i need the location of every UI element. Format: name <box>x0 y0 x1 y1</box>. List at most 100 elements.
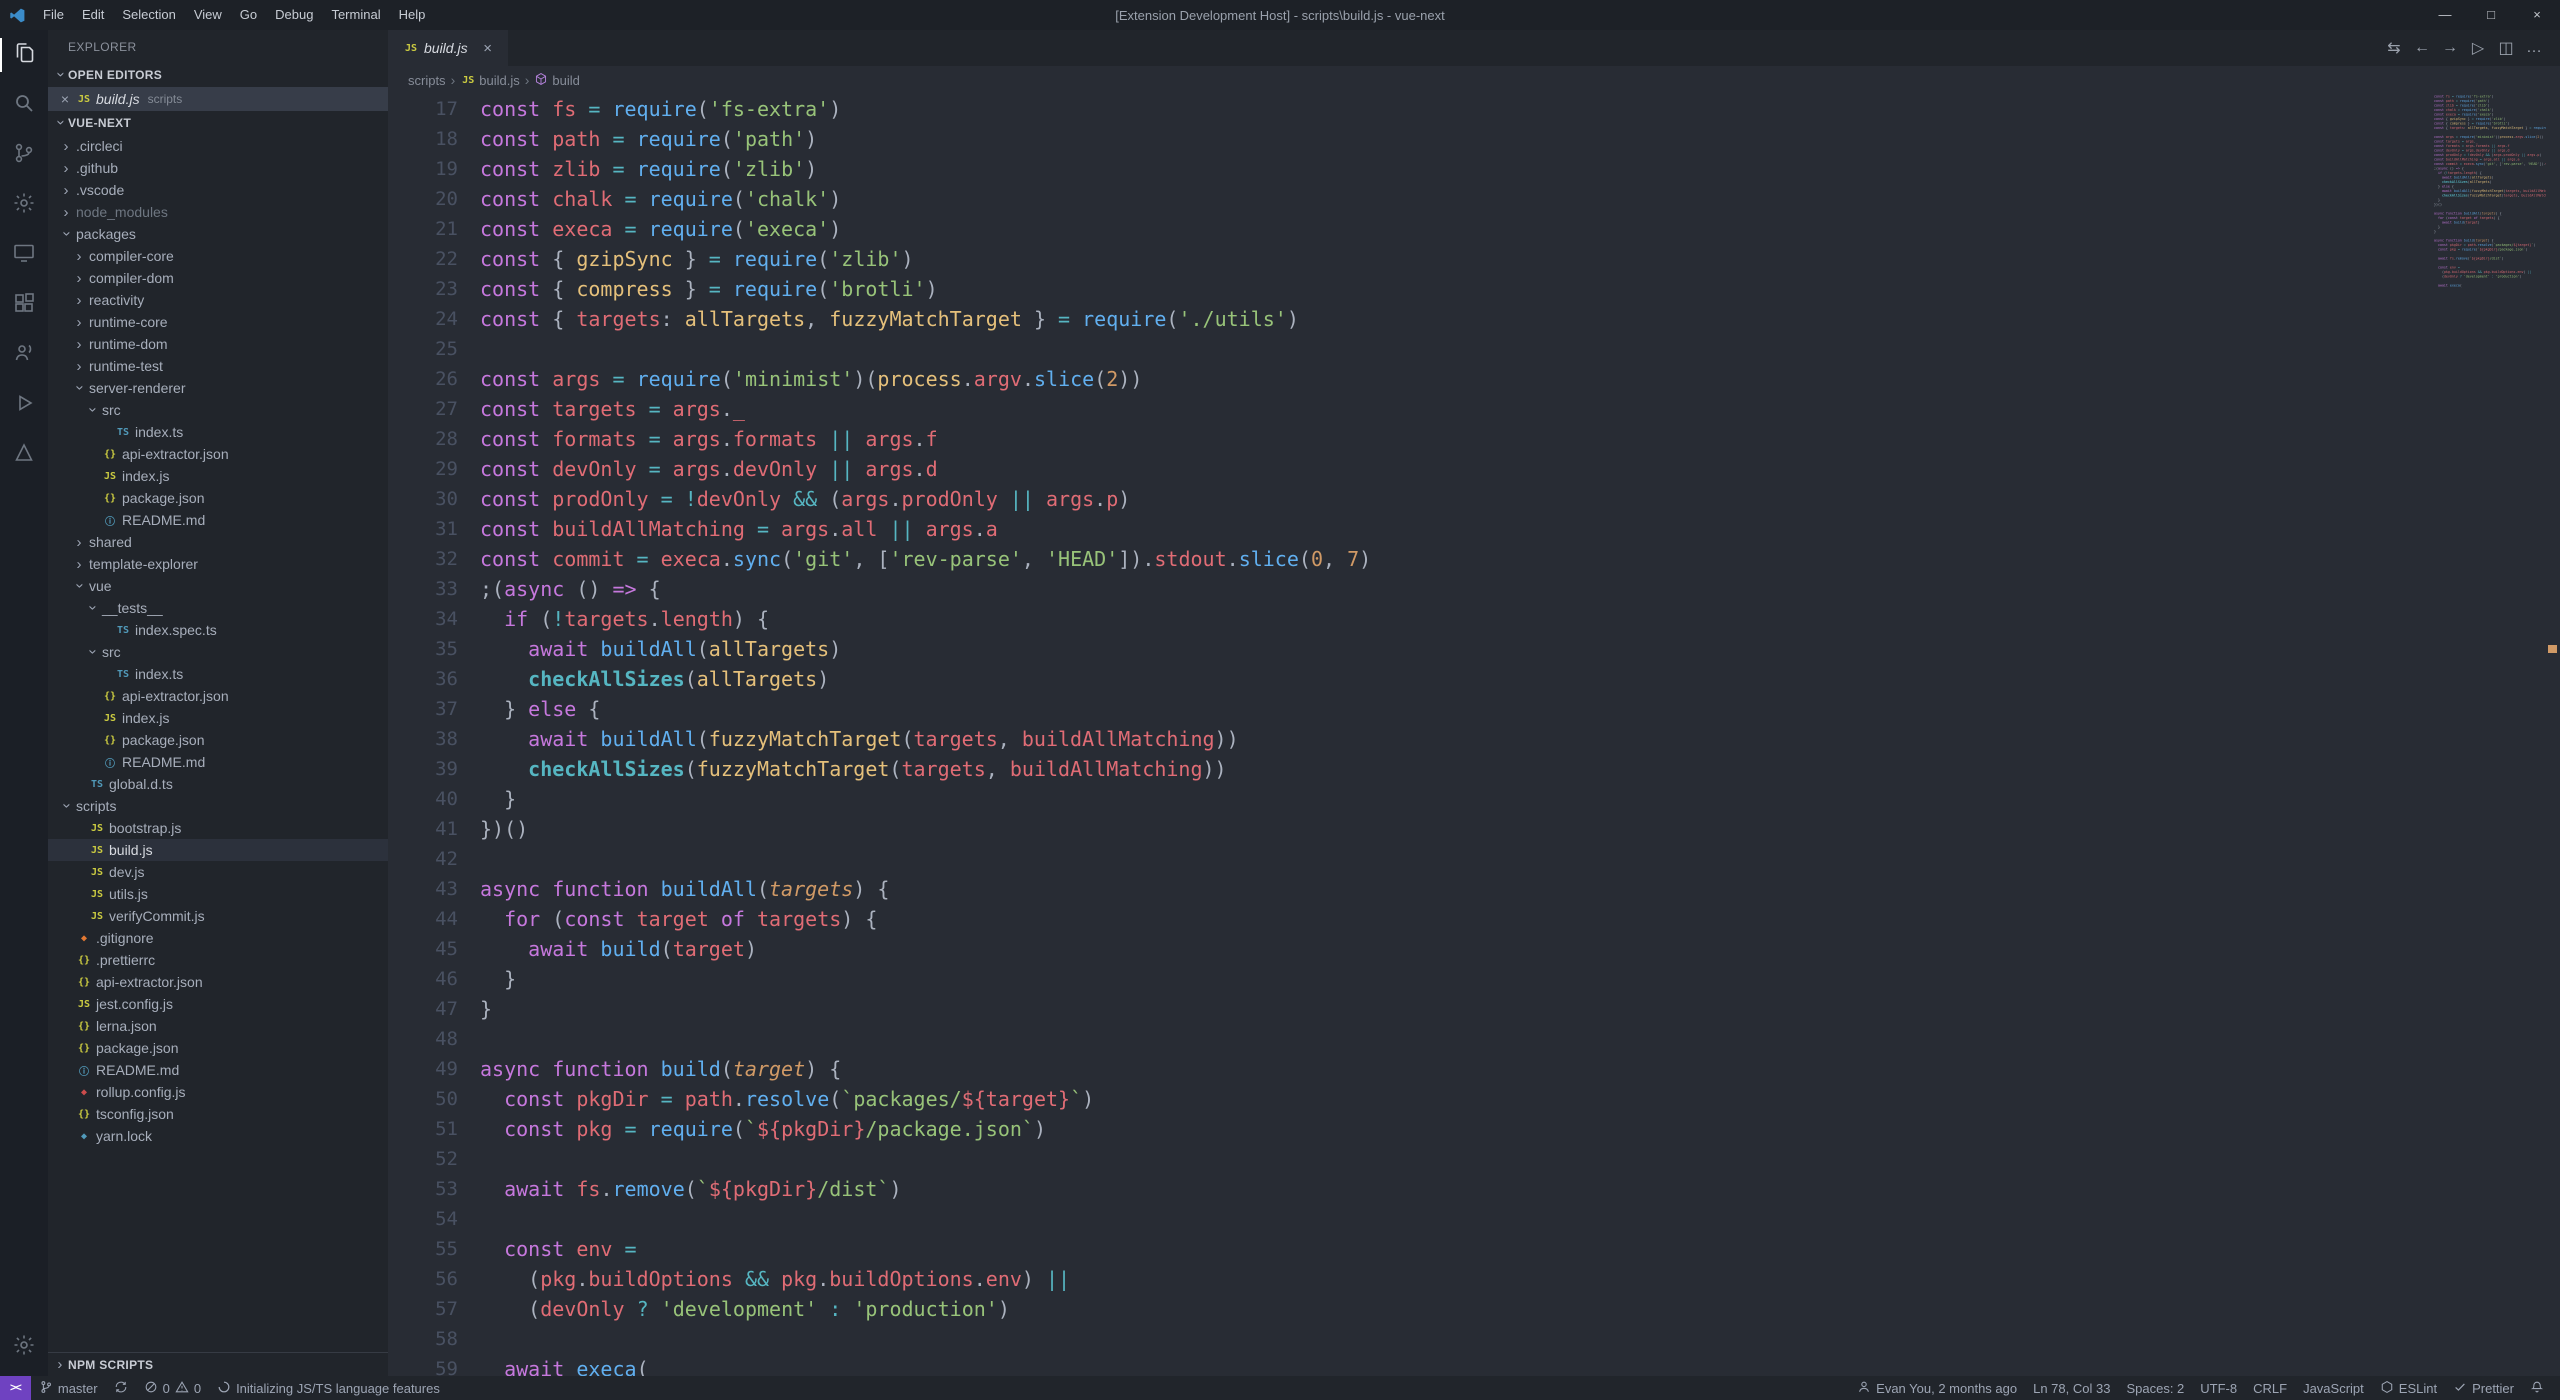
activity-manage[interactable] <box>0 1322 48 1372</box>
code-line[interactable]: 44 for (const target of targets) { <box>388 904 2560 934</box>
maximize-button[interactable]: □ <box>2468 0 2514 30</box>
folder-packages[interactable]: › packages <box>48 223 388 245</box>
menu-go[interactable]: Go <box>231 0 266 30</box>
code-line[interactable]: 27 const targets = args._ <box>388 394 2560 424</box>
code-line[interactable]: 52 <box>388 1144 2560 1174</box>
activity-source-control[interactable] <box>0 130 48 180</box>
status-eol[interactable]: CRLF <box>2245 1376 2295 1400</box>
code-line[interactable]: 48 <box>388 1024 2560 1054</box>
status-prettier[interactable]: Prettier <box>2445 1376 2522 1400</box>
status-cursor-position[interactable]: Ln 78, Col 33 <box>2025 1376 2118 1400</box>
navigate-back-icon[interactable]: ← <box>2408 39 2436 57</box>
file-api-extractor.json[interactable]: {} api-extractor.json <box>48 443 388 465</box>
code-line[interactable]: 59 await execa( <box>388 1354 2560 1376</box>
code-line[interactable]: 30 const prodOnly = !devOnly && (args.pro… <box>388 484 2560 514</box>
file-tsconfig.json[interactable]: {} tsconfig.json <box>48 1103 388 1125</box>
more-actions-icon[interactable]: … <box>2520 39 2548 57</box>
file-build.js[interactable]: JS build.js <box>48 839 388 861</box>
code-line[interactable]: 54 <box>388 1204 2560 1234</box>
file-README.md[interactable]: ⓘ README.md <box>48 509 388 531</box>
file-index.js[interactable]: JS index.js <box>48 707 388 729</box>
code-line[interactable]: 18 const path = require('path') <box>388 124 2560 154</box>
code-line[interactable]: 51 const pkg = require(`${pkgDir}/packag… <box>388 1114 2560 1144</box>
minimize-button[interactable]: — <box>2422 0 2468 30</box>
file-package.json[interactable]: {} package.json <box>48 1037 388 1059</box>
npm-scripts-header[interactable]: › NPM SCRIPTS <box>48 1352 388 1376</box>
folder-compiler-core[interactable]: › compiler-core <box>48 245 388 267</box>
project-header[interactable]: › VUE-NEXT <box>48 111 388 135</box>
code-line[interactable]: 38 await buildAll(fuzzyMatchTarget(targe… <box>388 724 2560 754</box>
folder-runtime-core[interactable]: › runtime-core <box>48 311 388 333</box>
open-editors-header[interactable]: › OPEN EDITORS <box>48 63 388 87</box>
folder-server-renderer[interactable]: › server-renderer <box>48 377 388 399</box>
status-problems[interactable]: 00 <box>136 1376 209 1400</box>
file-dev.js[interactable]: JS dev.js <box>48 861 388 883</box>
code-line[interactable]: 50 const pkgDir = path.resolve(`packages… <box>388 1084 2560 1114</box>
folder-.github[interactable]: › .github <box>48 157 388 179</box>
code-line[interactable]: 39 checkAllSizes(fuzzyMatchTarget(target… <box>388 754 2560 784</box>
activity-search[interactable] <box>0 80 48 130</box>
file-global.d.ts[interactable]: TS global.d.ts <box>48 773 388 795</box>
folder-.circleci[interactable]: › .circleci <box>48 135 388 157</box>
close-icon[interactable]: × <box>478 40 498 57</box>
status-notifications[interactable] <box>2522 1376 2552 1400</box>
close-button[interactable]: × <box>2514 0 2560 30</box>
code-line[interactable]: 45 await build(target) <box>388 934 2560 964</box>
code-line[interactable]: 43 async function buildAll(targets) { <box>388 874 2560 904</box>
code-line[interactable]: 23 const { compress } = require('brotli') <box>388 274 2560 304</box>
folder-scripts[interactable]: › scripts <box>48 795 388 817</box>
menu-debug[interactable]: Debug <box>266 0 322 30</box>
code-line[interactable]: 49 async function build(target) { <box>388 1054 2560 1084</box>
breadcrumb-build[interactable]: build <box>534 72 580 89</box>
run-file-icon[interactable]: ▷ <box>2464 38 2492 58</box>
code-line[interactable]: 25 <box>388 334 2560 364</box>
code-line[interactable]: 24 const { targets: allTargets, fuzzyMatc… <box>388 304 2560 334</box>
file-README.md[interactable]: ⓘ README.md <box>48 751 388 773</box>
activity-live-share[interactable] <box>0 330 48 380</box>
file-api-extractor.json[interactable]: {} api-extractor.json <box>48 971 388 993</box>
folder-template-explorer[interactable]: › template-explorer <box>48 553 388 575</box>
minimap[interactable]: const fs = require('fs-extra') const path… <box>2434 94 2546 1376</box>
code-line[interactable]: 34 if (!targets.length) { <box>388 604 2560 634</box>
file-index.ts[interactable]: TS index.ts <box>48 421 388 443</box>
code-line[interactable]: 41})() <box>388 814 2560 844</box>
editor[interactable]: 17 const fs = require('fs-extra') 18 const … <box>388 94 2560 1376</box>
file-jest.config.js[interactable]: JS jest.config.js <box>48 993 388 1015</box>
menu-terminal[interactable]: Terminal <box>322 0 389 30</box>
file-README.md[interactable]: ⓘ README.md <box>48 1059 388 1081</box>
folder-shared[interactable]: › shared <box>48 531 388 553</box>
file-verifyCommit.js[interactable]: JS verifyCommit.js <box>48 905 388 927</box>
status-blame-annotation[interactable]: Evan You, 2 months ago <box>1849 1376 2025 1400</box>
code-line[interactable]: 29 const devOnly = args.devOnly || args.d <box>388 454 2560 484</box>
code-line[interactable]: 28 const formats = args.formats || args.f <box>388 424 2560 454</box>
folder-runtime-test[interactable]: › runtime-test <box>48 355 388 377</box>
code-line[interactable]: 22 const { gzipSync } = require('zlib') <box>388 244 2560 274</box>
activity-azure[interactable] <box>0 430 48 480</box>
folder-.vscode[interactable]: › .vscode <box>48 179 388 201</box>
code-line[interactable]: 46 } <box>388 964 2560 994</box>
code-line[interactable]: 58 <box>388 1324 2560 1354</box>
file-index.js[interactable]: JS index.js <box>48 465 388 487</box>
folder-src[interactable]: › src <box>48 641 388 663</box>
file-.gitignore[interactable]: ◆ .gitignore <box>48 927 388 949</box>
code-line[interactable]: 19 const zlib = require('zlib') <box>388 154 2560 184</box>
activity-extensions[interactable] <box>0 280 48 330</box>
navigate-forward-icon[interactable]: → <box>2436 39 2464 57</box>
activity-debug[interactable] <box>0 380 48 430</box>
file-package.json[interactable]: {} package.json <box>48 487 388 509</box>
split-editor-icon[interactable]: ◫ <box>2492 38 2520 58</box>
menu-view[interactable]: View <box>185 0 231 30</box>
status-eslint[interactable]: ESLint <box>2372 1376 2445 1400</box>
folder-runtime-dom[interactable]: › runtime-dom <box>48 333 388 355</box>
code-line[interactable]: 33 ;(async () => { <box>388 574 2560 604</box>
status-indentation[interactable]: Spaces: 2 <box>2118 1376 2192 1400</box>
file-.prettierrc[interactable]: {} .prettierrc <box>48 949 388 971</box>
activity-settings-sync[interactable] <box>0 180 48 230</box>
menu-help[interactable]: Help <box>390 0 435 30</box>
code-line[interactable]: 31 const buildAllMatching = args.all || a… <box>388 514 2560 544</box>
breadcrumb-scripts[interactable]: scripts <box>408 73 446 88</box>
code-line[interactable]: 57 (devOnly ? 'development' : 'productio… <box>388 1294 2560 1324</box>
code-line[interactable]: 35 await buildAll(allTargets) <box>388 634 2560 664</box>
overview-ruler[interactable] <box>2546 94 2560 1376</box>
code-line[interactable]: 40 } <box>388 784 2560 814</box>
